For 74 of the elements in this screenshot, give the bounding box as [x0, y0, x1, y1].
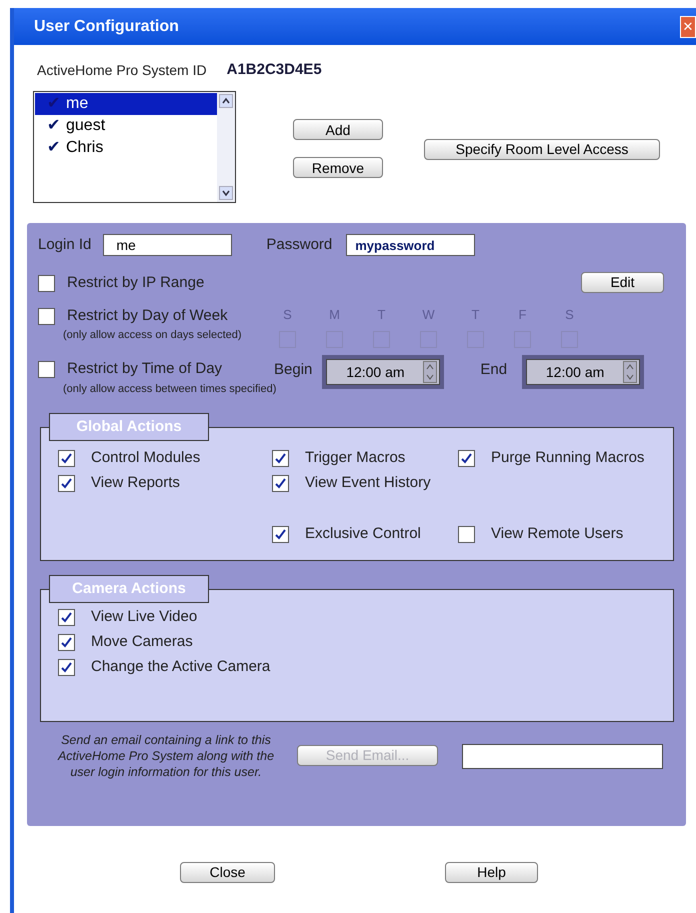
- end-time-field[interactable]: 12:00 am: [522, 355, 644, 389]
- group-title: Camera Actions: [49, 575, 209, 603]
- begin-label: Begin: [274, 360, 312, 380]
- day-letter: W: [422, 306, 435, 324]
- day-letter: F: [518, 306, 526, 324]
- check-icon: [61, 662, 72, 673]
- option-note: (only allow access on days selected): [63, 328, 243, 343]
- email-note: Send an email containing a link to this ActiveHome Pro System along with the user login information for this user.: [56, 732, 276, 780]
- close-button[interactable]: ✕: [680, 16, 696, 38]
- check-icon: [61, 453, 72, 464]
- day-letter: T: [472, 306, 480, 324]
- scroll-down-icon: [219, 186, 233, 200]
- window-title: User Configuration: [34, 16, 179, 36]
- day-letter: T: [378, 306, 386, 324]
- checkbox[interactable]: [38, 274, 55, 292]
- check-icon: [275, 529, 286, 540]
- user-list-item[interactable]: ✔ me: [35, 93, 217, 115]
- footer-button[interactable]: Close: [180, 862, 275, 882]
- check-icon: [61, 637, 72, 648]
- option-label: Restrict by Time of Day: [67, 358, 222, 379]
- system-id-value: A1B2C3D4E5: [226, 60, 322, 80]
- option-label: Restrict by Day of Week: [67, 306, 228, 326]
- scroll-up-icon: [219, 94, 233, 108]
- checkbox[interactable]: [272, 526, 289, 543]
- password-label: Password: [266, 234, 332, 255]
- checkbox[interactable]: [272, 475, 289, 492]
- password-field[interactable]: mypassword: [346, 234, 476, 256]
- spinner-arrows-icon: [423, 361, 438, 383]
- check-icon: [61, 478, 72, 489]
- check-icon: [461, 453, 472, 464]
- option-label: View Remote Users: [491, 524, 624, 544]
- option-label: Restrict by IP Range: [67, 272, 204, 293]
- checkbox[interactable]: [58, 475, 75, 492]
- day-letter: M: [329, 306, 340, 324]
- system-id-label: ActiveHome Pro System ID: [37, 60, 207, 80]
- email-field[interactable]: [462, 744, 663, 768]
- check-icon: [61, 612, 72, 623]
- checkbox[interactable]: [272, 450, 289, 467]
- check-icon: [275, 453, 286, 464]
- checkbox[interactable]: [458, 526, 475, 543]
- option-label: Move Cameras: [91, 632, 193, 652]
- user-button[interactable]: Remove: [293, 157, 383, 178]
- spinner-arrows-icon: [623, 361, 638, 383]
- login-field[interactable]: me: [103, 234, 232, 256]
- checkbox[interactable]: [58, 609, 75, 626]
- option-label: View Live Video: [91, 607, 198, 628]
- option-label: Control Modules: [91, 448, 200, 468]
- user-list-item[interactable]: ✔ guest: [35, 115, 217, 137]
- option-label: Purge Running Macros: [491, 448, 644, 468]
- checkbox[interactable]: [58, 450, 75, 467]
- day-letter: S: [283, 306, 292, 324]
- option-label: Exclusive Control: [305, 524, 421, 544]
- check-icon: [275, 478, 286, 489]
- option-label: Trigger Macros: [305, 448, 406, 468]
- option-label: View Event History: [305, 473, 431, 494]
- scrollbar[interactable]: [217, 92, 235, 202]
- checkbox[interactable]: [458, 450, 475, 467]
- login-label: Login Id: [38, 234, 92, 255]
- checkbox[interactable]: [58, 659, 75, 676]
- end-label: End: [480, 360, 508, 380]
- checkbox[interactable]: [38, 308, 55, 324]
- option-note: (only allow access between times specified): [63, 382, 274, 397]
- user-button[interactable]: Add: [293, 119, 383, 140]
- option-label: Change the Active Camera: [91, 657, 270, 678]
- day-letter: S: [565, 306, 574, 324]
- checkbox[interactable]: [38, 360, 55, 378]
- user-list-item[interactable]: ✔ Chris: [35, 137, 217, 159]
- option-label: View Reports: [91, 473, 180, 494]
- begin-time-field[interactable]: 12:00 am: [322, 355, 444, 389]
- checkbox[interactable]: [58, 634, 75, 651]
- room-access-button[interactable]: Specify Room Level Access: [424, 138, 660, 160]
- footer-button[interactable]: Help: [445, 862, 538, 882]
- edit-button[interactable]: Edit: [581, 272, 664, 292]
- group-title: Global Actions: [49, 413, 209, 441]
